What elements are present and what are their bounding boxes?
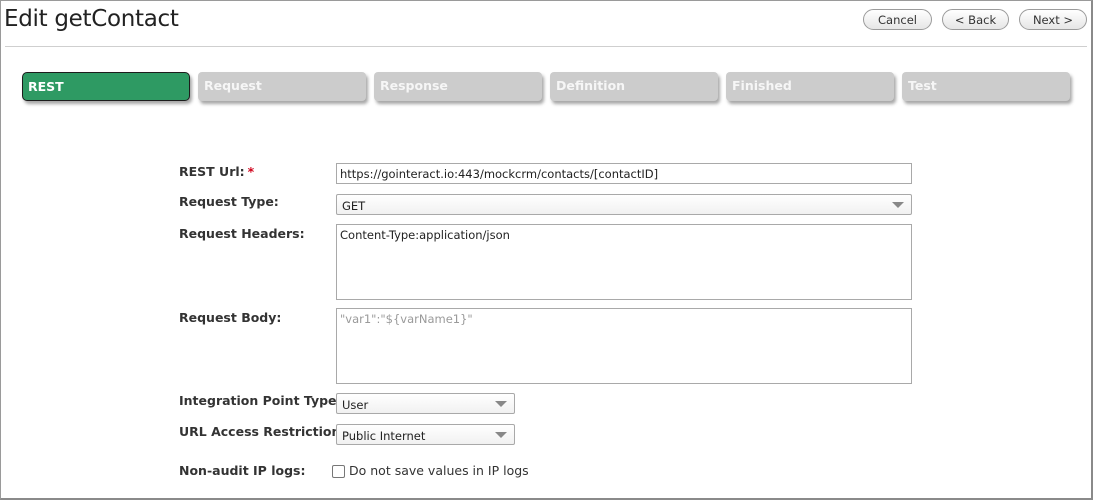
step-response[interactable]: Response — [374, 72, 542, 101]
step-finished[interactable]: Finished — [726, 72, 894, 101]
request-type-select[interactable]: GET — [336, 194, 912, 215]
request-headers-label: Request Headers: — [179, 226, 305, 241]
integration-point-type-label: Integration Point Type: — [179, 393, 342, 408]
chevron-down-icon — [495, 401, 507, 407]
cancel-button[interactable]: Cancel — [863, 9, 932, 30]
header-divider — [5, 46, 1087, 47]
next-button[interactable]: Next > — [1019, 9, 1087, 30]
do-not-save-values-checkbox[interactable] — [332, 465, 345, 478]
chevron-down-icon — [495, 432, 507, 438]
request-headers-value: Content-Type:application/json — [340, 228, 510, 242]
step-request[interactable]: Request — [198, 72, 366, 101]
step-rest[interactable]: REST — [22, 72, 190, 101]
request-body-placeholder: "var1":"${varName1}" — [340, 312, 473, 326]
rest-url-input[interactable]: https://gointeract.io:443/mockcrm/contac… — [336, 163, 912, 184]
request-headers-textarea[interactable]: Content-Type:application/json — [336, 224, 912, 300]
rest-url-value: https://gointeract.io:443/mockcrm/contac… — [340, 167, 659, 181]
integration-point-type-value: User — [342, 398, 369, 412]
rest-url-label: REST Url: * — [179, 164, 254, 179]
page-title: Edit getContact — [4, 6, 179, 32]
request-body-label: Request Body: — [179, 310, 282, 325]
back-button[interactable]: < Back — [942, 9, 1009, 30]
request-type-label: Request Type: — [179, 194, 279, 209]
rest-url-label-text: REST Url: — [179, 164, 245, 179]
url-access-restriction-label: URL Access Restriction: — [179, 424, 346, 439]
url-access-restriction-select[interactable]: Public Internet — [336, 424, 515, 445]
url-access-restriction-value: Public Internet — [342, 429, 426, 443]
do-not-save-values-label[interactable]: Do not save values in IP logs — [349, 463, 529, 478]
required-marker: * — [247, 164, 255, 179]
non-audit-ip-logs-label: Non-audit IP logs: — [179, 463, 306, 478]
integration-point-type-select[interactable]: User — [336, 393, 515, 414]
request-type-value: GET — [342, 199, 366, 213]
step-definition[interactable]: Definition — [550, 72, 718, 101]
step-test[interactable]: Test — [902, 72, 1070, 101]
chevron-down-icon — [892, 202, 904, 208]
request-body-textarea[interactable]: "var1":"${varName1}" — [336, 308, 912, 384]
